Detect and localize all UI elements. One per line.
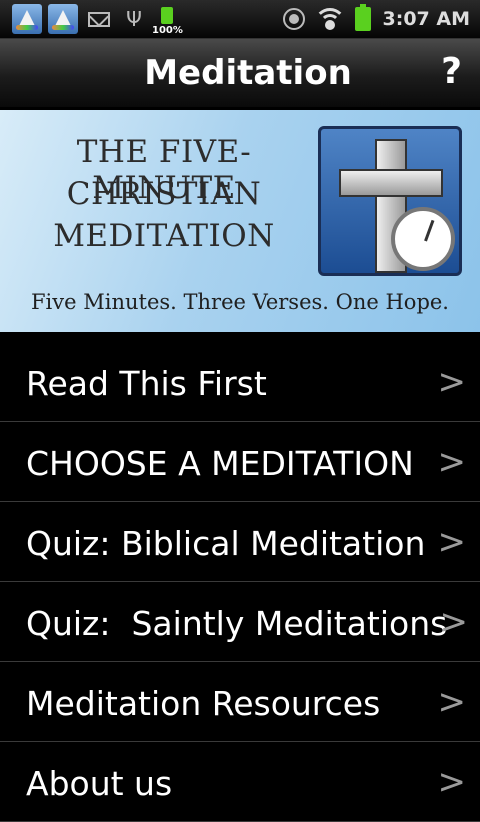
banner-tagline: Five Minutes. Three Verses. One Hope. [30,290,449,314]
gps-icon [282,8,305,30]
clock-icon [391,207,455,271]
menu-item-quiz-biblical[interactable]: Quiz: Biblical Meditation > [0,502,480,582]
wifi-icon [316,8,343,30]
menu-item-choose-meditation[interactable]: CHOOSE A MEDITATION > [0,422,480,502]
title-bar: Meditation ? [0,39,480,107]
status-bar: Ψ 100% 3:07 AM [0,0,480,39]
usb-icon[interactable]: Ψ [120,7,148,31]
menu-item-about-us[interactable]: About us > [0,742,480,822]
menu-item-label: Quiz: Saintly Meditations [26,604,448,643]
chevron-right-icon: > [437,762,467,802]
battery-full-icon: 100% [152,3,183,36]
banner-title-line-2: CHRISTIAN [66,176,262,212]
menu-item-quiz-saintly[interactable]: Quiz: Saintly Meditations > [0,582,480,662]
help-button[interactable]: ? [441,51,462,92]
menu-item-label: Read This First [26,364,267,403]
banner-title-line-3: MEDITATION [53,218,275,254]
chevron-right-icon: > [439,602,469,642]
cross-clock-logo [318,126,462,276]
battery-icon [354,4,371,31]
mail-icon[interactable] [88,11,110,27]
chevron-right-icon: > [437,362,467,402]
menu-item-label: Meditation Resources [26,684,381,723]
app-notification-icon[interactable] [12,4,42,34]
clock-time: 3:07 AM [382,8,471,30]
menu-item-label: Quiz: Biblical Meditation [26,524,426,563]
chevron-right-icon: > [437,522,467,562]
menu-item-read-this-first[interactable]: Read This First > [0,342,480,422]
menu-item-meditation-resources[interactable]: Meditation Resources > [0,662,480,742]
page-title: Meditation [144,53,352,93]
chevron-right-icon: > [437,442,467,482]
chevron-right-icon: > [437,682,467,722]
app-notification-icon[interactable] [48,4,78,34]
main-menu: Read This First > CHOOSE A MEDITATION > … [0,342,480,822]
meditation-banner: THE FIVE-MINUTE CHRISTIAN MEDITATION Fiv… [0,110,480,332]
menu-item-label: CHOOSE A MEDITATION [26,444,414,483]
menu-item-label: About us [26,764,173,803]
battery-percent-label: 100% [152,25,183,36]
